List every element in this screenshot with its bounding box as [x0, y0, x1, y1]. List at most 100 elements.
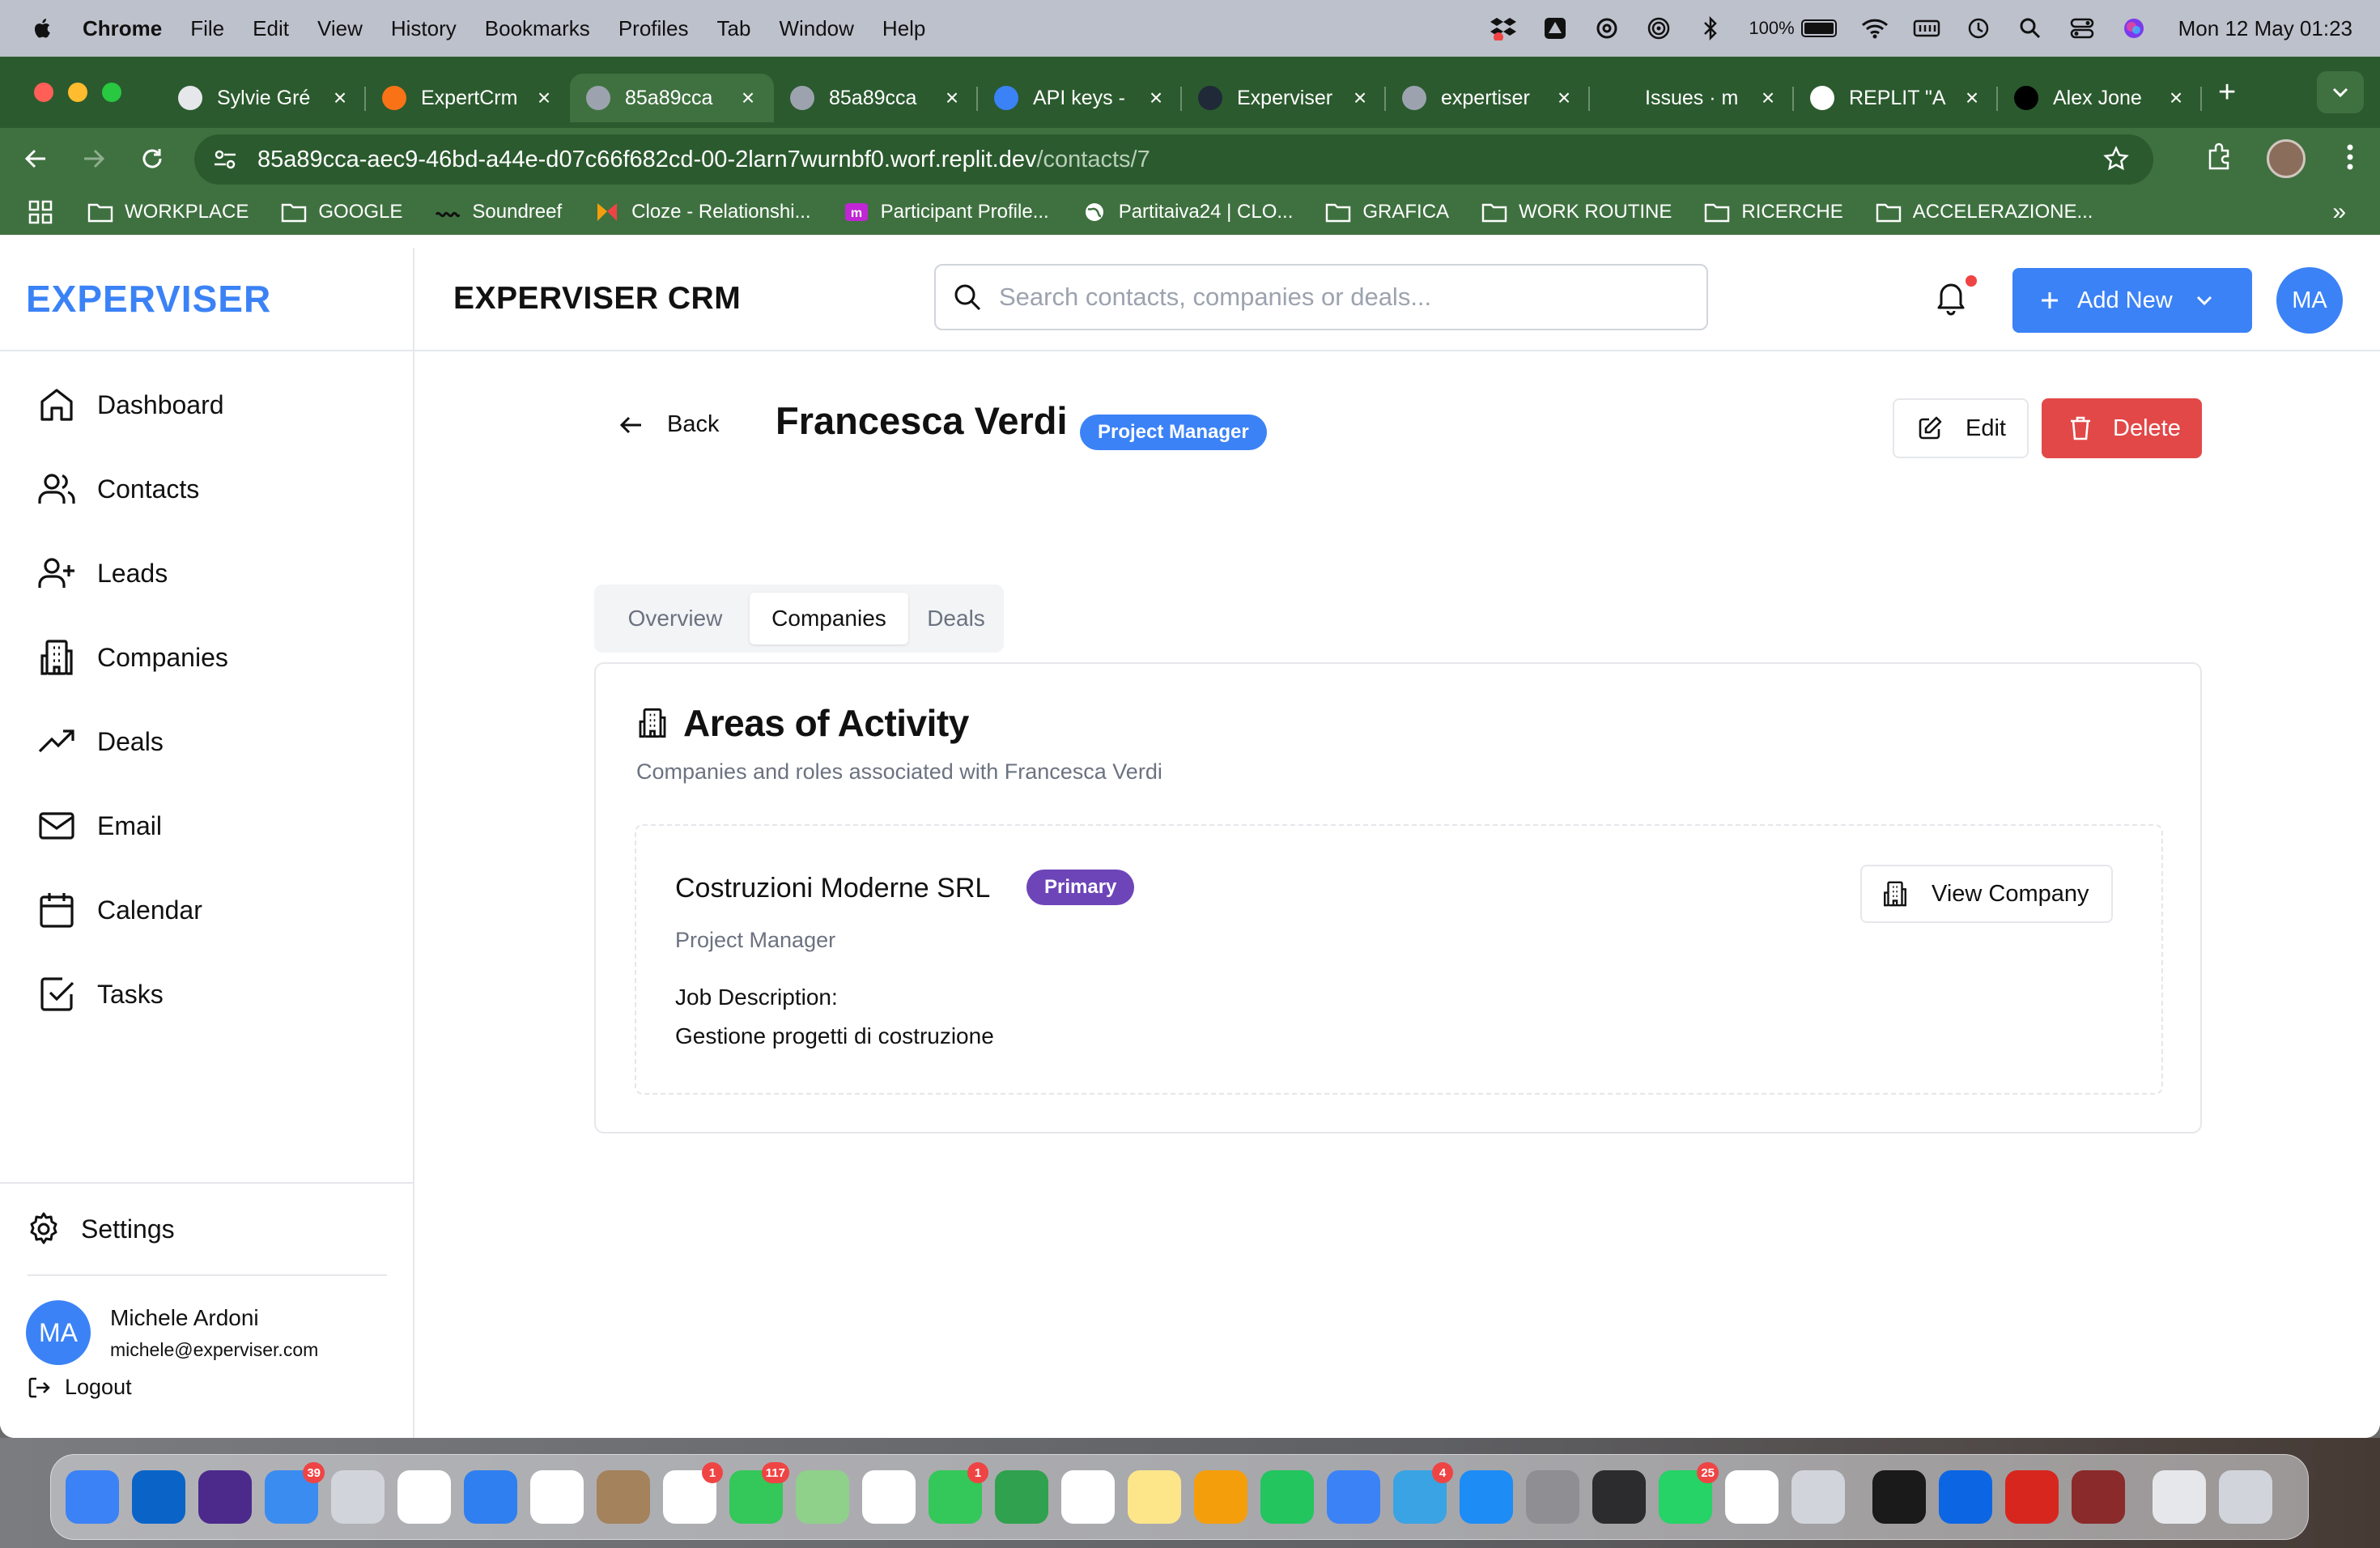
dock-telegram-icon[interactable]: 4 — [1393, 1462, 1453, 1524]
browser-tab[interactable]: 85a89cca × — [774, 74, 978, 122]
dock-spotify-icon[interactable] — [1872, 1470, 1926, 1524]
menu-tab[interactable]: Tab — [717, 16, 751, 41]
browser-tab[interactable]: API keys - × — [978, 74, 1182, 122]
dock-dictionary-icon[interactable] — [2072, 1470, 2125, 1524]
edit-button[interactable]: Edit — [1893, 398, 2029, 458]
airdrop-icon[interactable] — [1645, 15, 1672, 42]
sidebar-item-tasks[interactable]: Tasks — [0, 952, 413, 1036]
dock-mail-icon[interactable]: 39 — [265, 1462, 325, 1524]
bookmark-item[interactable]: WORK ROUTINE — [1481, 201, 1672, 223]
close-tab-icon[interactable]: × — [738, 85, 758, 111]
dock-photos-icon[interactable] — [862, 1470, 916, 1524]
browser-tab[interactable]: 85a89cca × — [570, 74, 774, 122]
dock-keynote-icon[interactable] — [1327, 1470, 1380, 1524]
view-company-button[interactable]: View Company — [1860, 865, 2113, 923]
tab-search-button[interactable] — [2317, 71, 2364, 113]
menu-edit[interactable]: Edit — [253, 16, 289, 41]
dock-trash-icon[interactable] — [2219, 1470, 2272, 1524]
dock-app-store-icon[interactable] — [1460, 1470, 1513, 1524]
dock-maps-icon[interactable] — [796, 1470, 849, 1524]
dock-chrome-icon[interactable] — [397, 1470, 451, 1524]
close-tab-icon[interactable]: × — [1146, 85, 1166, 111]
dock-messages-2-icon[interactable] — [995, 1470, 1048, 1524]
apps-grid-icon[interactable] — [28, 199, 53, 225]
zoom-window-button[interactable] — [102, 83, 121, 102]
sidebar-item-deals[interactable]: Deals — [0, 700, 413, 784]
apple-icon[interactable] — [31, 15, 55, 41]
close-tab-icon[interactable]: × — [1962, 85, 1982, 111]
minimize-window-button[interactable] — [68, 83, 87, 102]
address-bar[interactable]: 85a89cca-aec9-46bd-a44e-d07c66f682cd-00-… — [194, 134, 2153, 185]
close-tab-icon[interactable]: × — [534, 85, 554, 111]
menu-history[interactable]: History — [391, 16, 457, 41]
dock-settings-icon[interactable] — [1526, 1470, 1579, 1524]
control-center-icon[interactable] — [2068, 15, 2096, 42]
sidebar-item-settings[interactable]: Settings — [0, 1184, 414, 1274]
menu-view[interactable]: View — [317, 16, 363, 41]
tab-companies[interactable]: Companies — [750, 593, 908, 644]
back-nav-button[interactable] — [11, 134, 60, 183]
dock-messages-icon[interactable]: 117 — [729, 1462, 789, 1524]
menu-bookmarks[interactable]: Bookmarks — [485, 16, 590, 41]
bookmark-item[interactable]: Cloze - Relationshi... — [594, 201, 811, 223]
dock-safari-icon[interactable] — [464, 1470, 517, 1524]
close-tab-icon[interactable]: × — [1350, 85, 1370, 111]
browser-tab[interactable]: expertiser × — [1386, 74, 1590, 122]
spotlight-search-icon[interactable] — [2017, 15, 2044, 42]
dock-whatsapp-icon[interactable]: 25 — [1659, 1462, 1719, 1524]
dock-contacts-icon[interactable] — [597, 1470, 650, 1524]
browser-tab[interactable]: Issues · m × — [1590, 74, 1794, 122]
close-tab-icon[interactable]: × — [1554, 85, 1574, 111]
chatgpt-icon[interactable] — [1593, 15, 1621, 42]
notifications-button[interactable] — [1935, 275, 1977, 316]
reload-button[interactable] — [128, 134, 176, 183]
menu-window[interactable]: Window — [779, 16, 853, 41]
site-info-icon[interactable] — [209, 143, 241, 176]
bookmark-item[interactable]: RICERCHE — [1704, 201, 1843, 223]
bookmark-item[interactable]: GOOGLE — [281, 201, 402, 223]
extensions-icon[interactable] — [2205, 142, 2234, 172]
dock-phone-icon[interactable] — [1592, 1470, 1646, 1524]
close-window-button[interactable] — [34, 83, 53, 102]
browser-tab[interactable]: Sylvie Gré × — [162, 74, 366, 122]
tab-deals[interactable]: Deals — [908, 593, 1004, 644]
menubar-clock[interactable]: Mon 12 May 01:23 — [2178, 16, 2352, 41]
dock-finder-icon[interactable] — [66, 1470, 119, 1524]
close-tab-icon[interactable]: × — [2166, 85, 2186, 111]
logout-button[interactable]: Logout — [0, 1375, 414, 1400]
time-machine-icon[interactable] — [1965, 15, 1992, 42]
dropbox-icon[interactable] — [1490, 15, 1517, 42]
close-tab-icon[interactable]: × — [330, 85, 350, 111]
dock-launchpad-icon[interactable] — [331, 1470, 385, 1524]
dock-evernote-icon[interactable] — [1061, 1470, 1115, 1524]
forward-nav-button[interactable] — [70, 134, 118, 183]
user-profile[interactable]: MA Michele Ardoni michele@experviser.com — [0, 1300, 414, 1365]
dock-numbers-icon[interactable] — [1260, 1470, 1314, 1524]
siri-icon[interactable] — [2120, 15, 2148, 42]
bookmark-item[interactable]: ACCELERAZIONE... — [1876, 201, 2093, 223]
dock-chatgpt-icon[interactable] — [1725, 1470, 1779, 1524]
dock-downloads-icon[interactable] — [2153, 1470, 2206, 1524]
new-tab-button[interactable]: + — [2218, 75, 2236, 110]
dock-outlook-icon[interactable] — [132, 1470, 185, 1524]
dock-pages-icon[interactable] — [1194, 1470, 1247, 1524]
bookmarks-overflow-icon[interactable]: » — [2332, 198, 2346, 226]
dock-notes-icon[interactable] — [1128, 1470, 1181, 1524]
drive-icon[interactable] — [1541, 15, 1569, 42]
close-tab-icon[interactable]: × — [942, 85, 962, 111]
back-button[interactable]: Back — [618, 411, 719, 438]
sidebar-item-calendar[interactable]: Calendar — [0, 868, 413, 952]
close-tab-icon[interactable]: × — [1758, 85, 1778, 111]
battery-status[interactable]: 100% — [1749, 18, 1837, 39]
bookmark-item[interactable]: Partitaiva24 | CLO... — [1082, 201, 1293, 223]
dock-facetime-icon[interactable]: 1 — [929, 1462, 988, 1524]
dock-opera-icon[interactable] — [530, 1470, 584, 1524]
browser-tab[interactable]: Experviser × — [1182, 74, 1386, 122]
header-avatar[interactable]: MA — [2276, 267, 2343, 334]
bluetooth-icon[interactable] — [1697, 15, 1724, 42]
profile-avatar[interactable] — [2267, 139, 2306, 178]
menu-help[interactable]: Help — [882, 16, 925, 41]
sidebar-item-contacts[interactable]: Contacts — [0, 447, 413, 531]
menu-file[interactable]: File — [190, 16, 224, 41]
bookmark-item[interactable]: WORKPLACE — [87, 201, 249, 223]
